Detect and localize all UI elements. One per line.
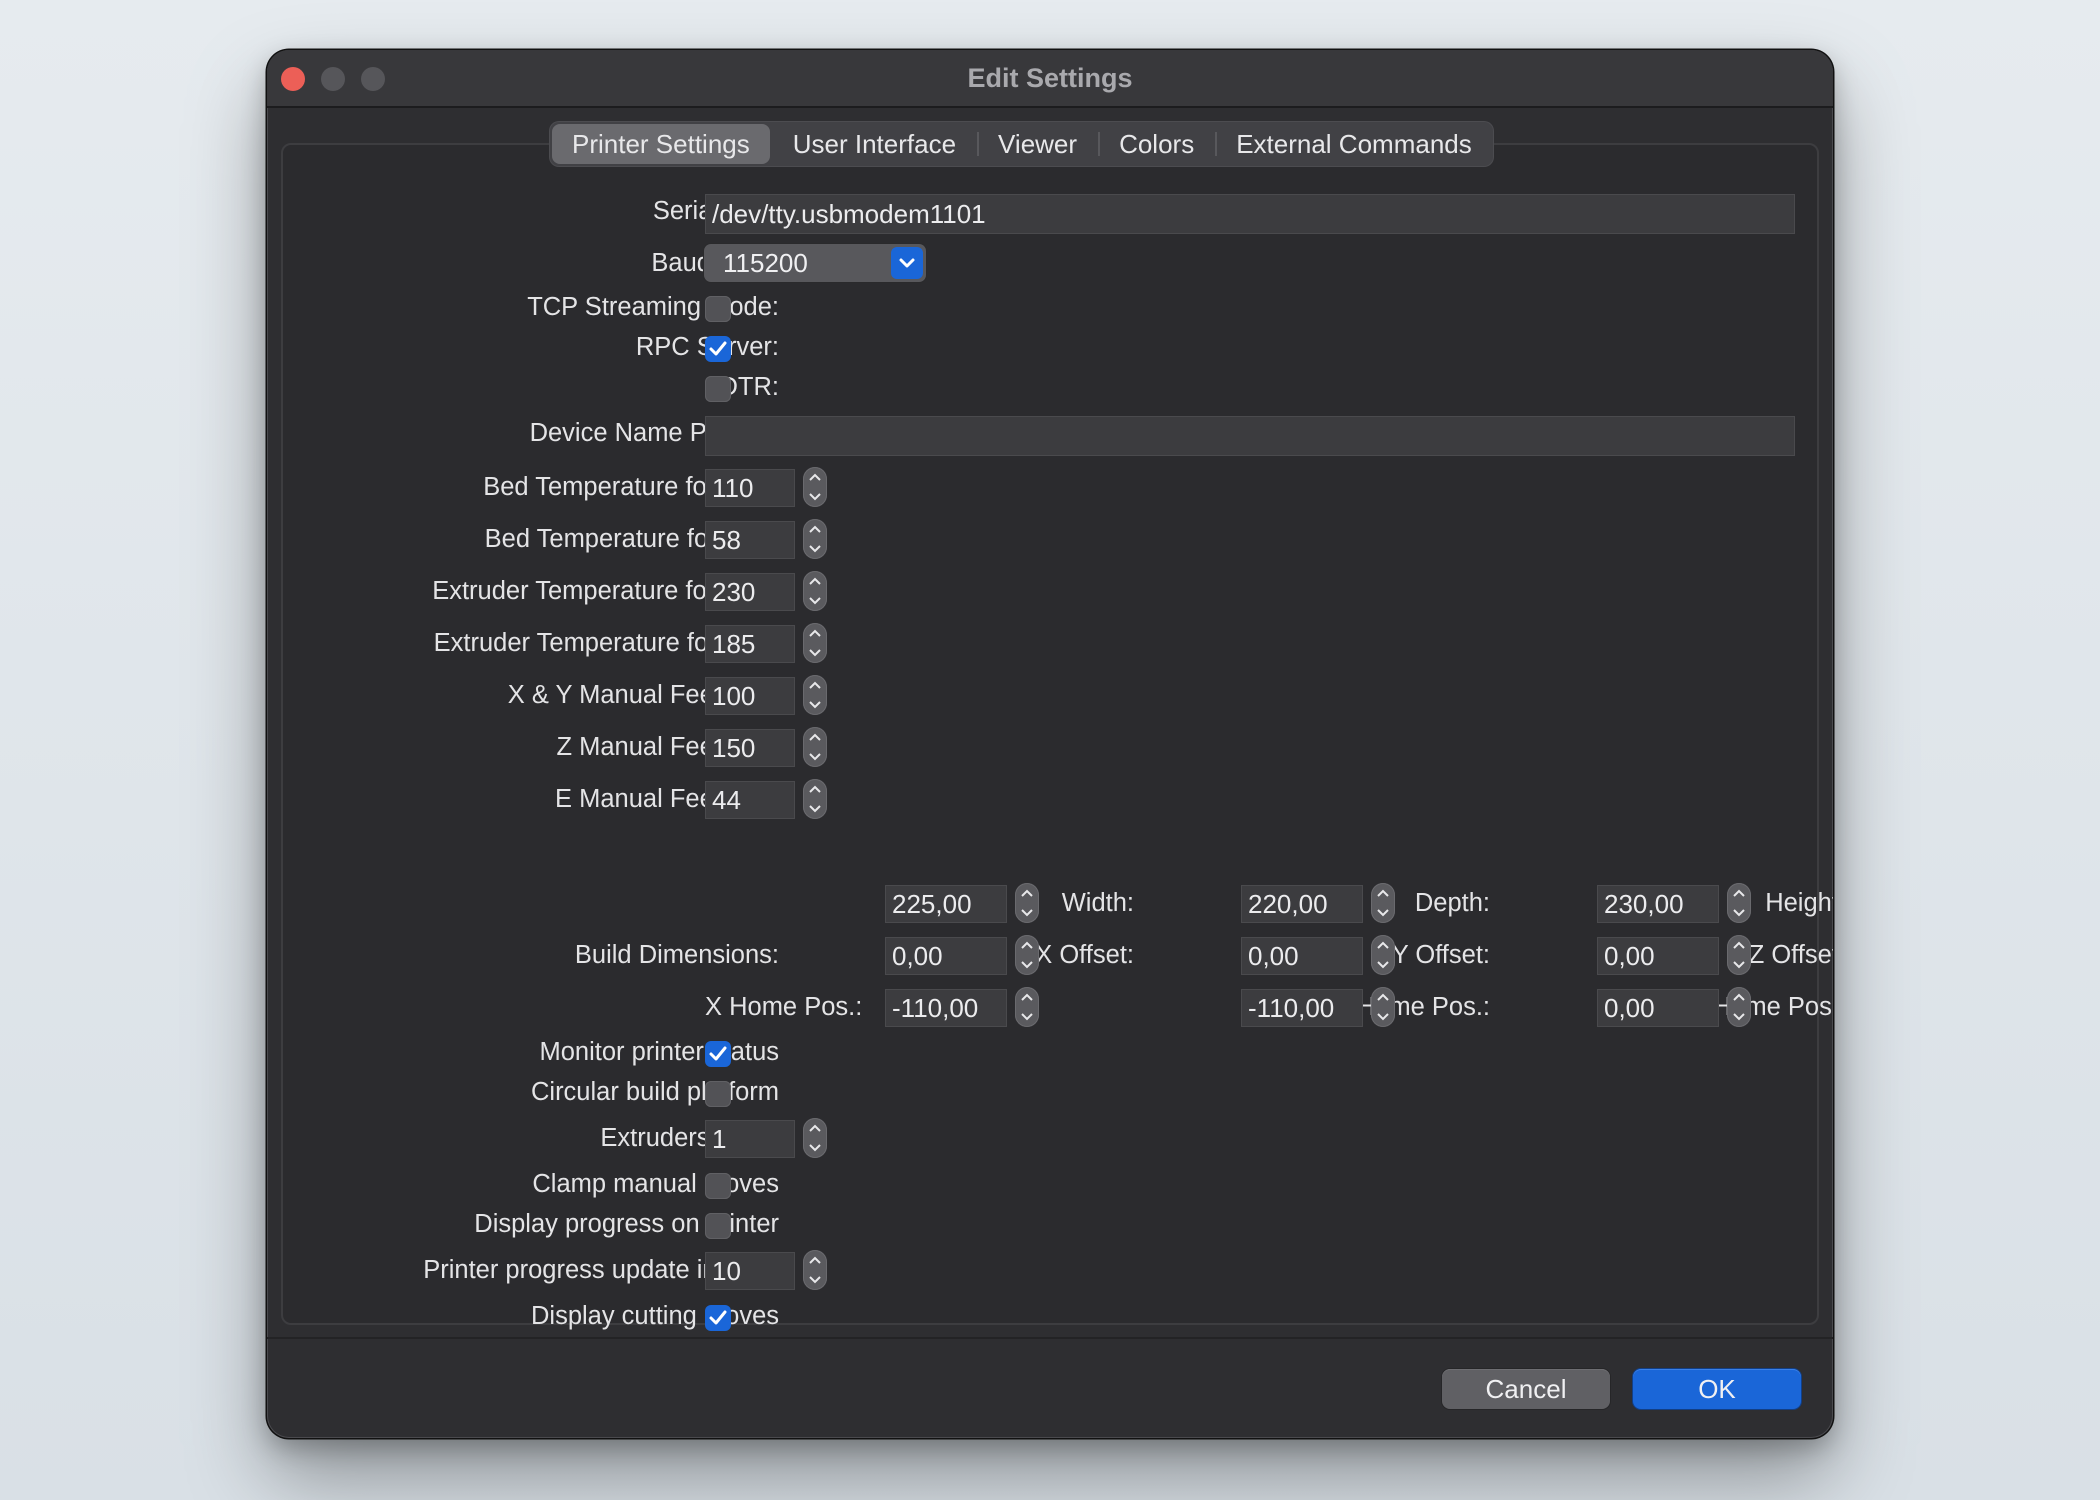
bed-temp-abs-value[interactable]: 110	[705, 469, 795, 507]
circular-platform-checkbox[interactable]	[705, 1081, 731, 1107]
tab-printer-settings[interactable]: Printer Settings	[552, 124, 770, 164]
cancel-button[interactable]: Cancel	[1442, 1369, 1610, 1409]
titlebar-divider	[267, 106, 1833, 108]
x-home-pos-value[interactable]: -110,00	[885, 989, 1007, 1027]
depth-value[interactable]: 220,00	[1241, 885, 1363, 923]
monitor-status-checkbox[interactable]	[705, 1041, 731, 1067]
stepper-arrows-icon[interactable]	[803, 727, 827, 767]
stepper-arrows-icon[interactable]	[803, 467, 827, 507]
stepper-arrows-icon[interactable]	[1727, 987, 1751, 1027]
clamp-moves-label: Clamp manual moves	[532, 1170, 779, 1198]
ok-button[interactable]: OK	[1633, 1369, 1801, 1409]
clamp-moves-checkbox[interactable]	[705, 1173, 731, 1199]
settings-group-box	[281, 143, 1819, 1325]
baud-rate-value: 115200	[723, 248, 808, 278]
stepper-arrows-icon[interactable]	[803, 623, 827, 663]
display-progress-checkbox[interactable]	[705, 1213, 731, 1239]
y-offset-value[interactable]: 0,00	[1241, 937, 1363, 975]
stepper-arrows-icon[interactable]	[1015, 935, 1039, 975]
progress-interval-value[interactable]: 10	[705, 1252, 795, 1290]
x-offset-value[interactable]: 0,00	[885, 937, 1007, 975]
z-offset-value[interactable]: 0,00	[1597, 937, 1719, 975]
depth-label: Depth:	[1414, 889, 1490, 917]
tab-user-interface[interactable]: User Interface	[772, 122, 977, 166]
height-label: Height:	[1765, 889, 1833, 917]
x-offset-label: X Offset:	[1035, 941, 1134, 969]
window-title: Edit Settings	[967, 63, 1133, 93]
bed-temp-pla-value[interactable]: 58	[705, 521, 795, 559]
tcp-streaming-checkbox[interactable]	[705, 296, 731, 322]
y-home-pos-value[interactable]: -110,00	[1241, 989, 1363, 1027]
display-cutting-label: Display cutting moves	[530, 1302, 779, 1330]
stepper-arrows-icon[interactable]	[1371, 935, 1395, 975]
width-value[interactable]: 225,00	[885, 885, 1007, 923]
chevron-down-icon[interactable]	[891, 247, 923, 279]
e-feedrate-value[interactable]: 44	[705, 781, 795, 819]
stepper-arrows-icon[interactable]	[803, 779, 827, 819]
footer-divider	[267, 1337, 1833, 1339]
stepper-arrows-icon[interactable]	[1371, 987, 1395, 1027]
rpc-server-checkbox[interactable]	[705, 336, 731, 362]
monitor-status-label: Monitor printer status	[539, 1038, 779, 1066]
extruder-temp-pla-value[interactable]: 185	[705, 625, 795, 663]
tcp-streaming-label: TCP Streaming Mode:	[527, 293, 779, 321]
stepper-arrows-icon[interactable]	[1015, 883, 1039, 923]
edit-settings-dialog: Edit Settings Printer Settings User Inte…	[267, 50, 1833, 1438]
z-offset-label: Z Offset:	[1748, 941, 1833, 969]
checkmark-icon	[709, 1046, 727, 1061]
display-cutting-checkbox[interactable]	[705, 1305, 731, 1331]
width-label: Width:	[1061, 889, 1134, 917]
baud-rate-combobox[interactable]: 115200	[704, 244, 926, 282]
tab-external-commands[interactable]: External Commands	[1215, 122, 1493, 166]
x-home-pos-label: X Home Pos.:	[705, 993, 863, 1021]
tab-bar: Printer Settings User Interface Viewer C…	[550, 122, 1493, 166]
stepper-arrows-icon[interactable]	[803, 675, 827, 715]
stepper-arrows-icon[interactable]	[1015, 987, 1039, 1027]
y-offset-label: Y Offset:	[1391, 941, 1490, 969]
dtr-checkbox[interactable]	[705, 376, 731, 402]
serial-port-field[interactable]: /dev/tty.usbmodem1101	[705, 194, 1795, 234]
stepper-arrows-icon[interactable]	[803, 1118, 827, 1158]
stepper-arrows-icon[interactable]	[1371, 883, 1395, 923]
display-progress-label: Display progress on printer	[474, 1210, 779, 1238]
z-feedrate-value[interactable]: 150	[705, 729, 795, 767]
stepper-arrows-icon[interactable]	[1727, 883, 1751, 923]
checkmark-icon	[709, 341, 727, 356]
z-home-pos-value[interactable]: 0,00	[1597, 989, 1719, 1027]
stepper-arrows-icon[interactable]	[803, 571, 827, 611]
tab-colors[interactable]: Colors	[1098, 122, 1215, 166]
extruder-temp-abs-value[interactable]: 230	[705, 573, 795, 611]
height-value[interactable]: 230,00	[1597, 885, 1719, 923]
device-name-pattern-field[interactable]	[705, 416, 1795, 456]
extruders-count-value[interactable]: 1	[705, 1120, 795, 1158]
xy-feedrate-value[interactable]: 100	[705, 677, 795, 715]
build-dimensions-label: Build Dimensions:	[574, 941, 779, 969]
circular-platform-label: Circular build platform	[530, 1078, 779, 1106]
checkmark-icon	[709, 1310, 727, 1325]
stepper-arrows-icon[interactable]	[1727, 935, 1751, 975]
tab-viewer[interactable]: Viewer	[977, 122, 1098, 166]
stepper-arrows-icon[interactable]	[803, 1250, 827, 1290]
stepper-arrows-icon[interactable]	[803, 519, 827, 559]
